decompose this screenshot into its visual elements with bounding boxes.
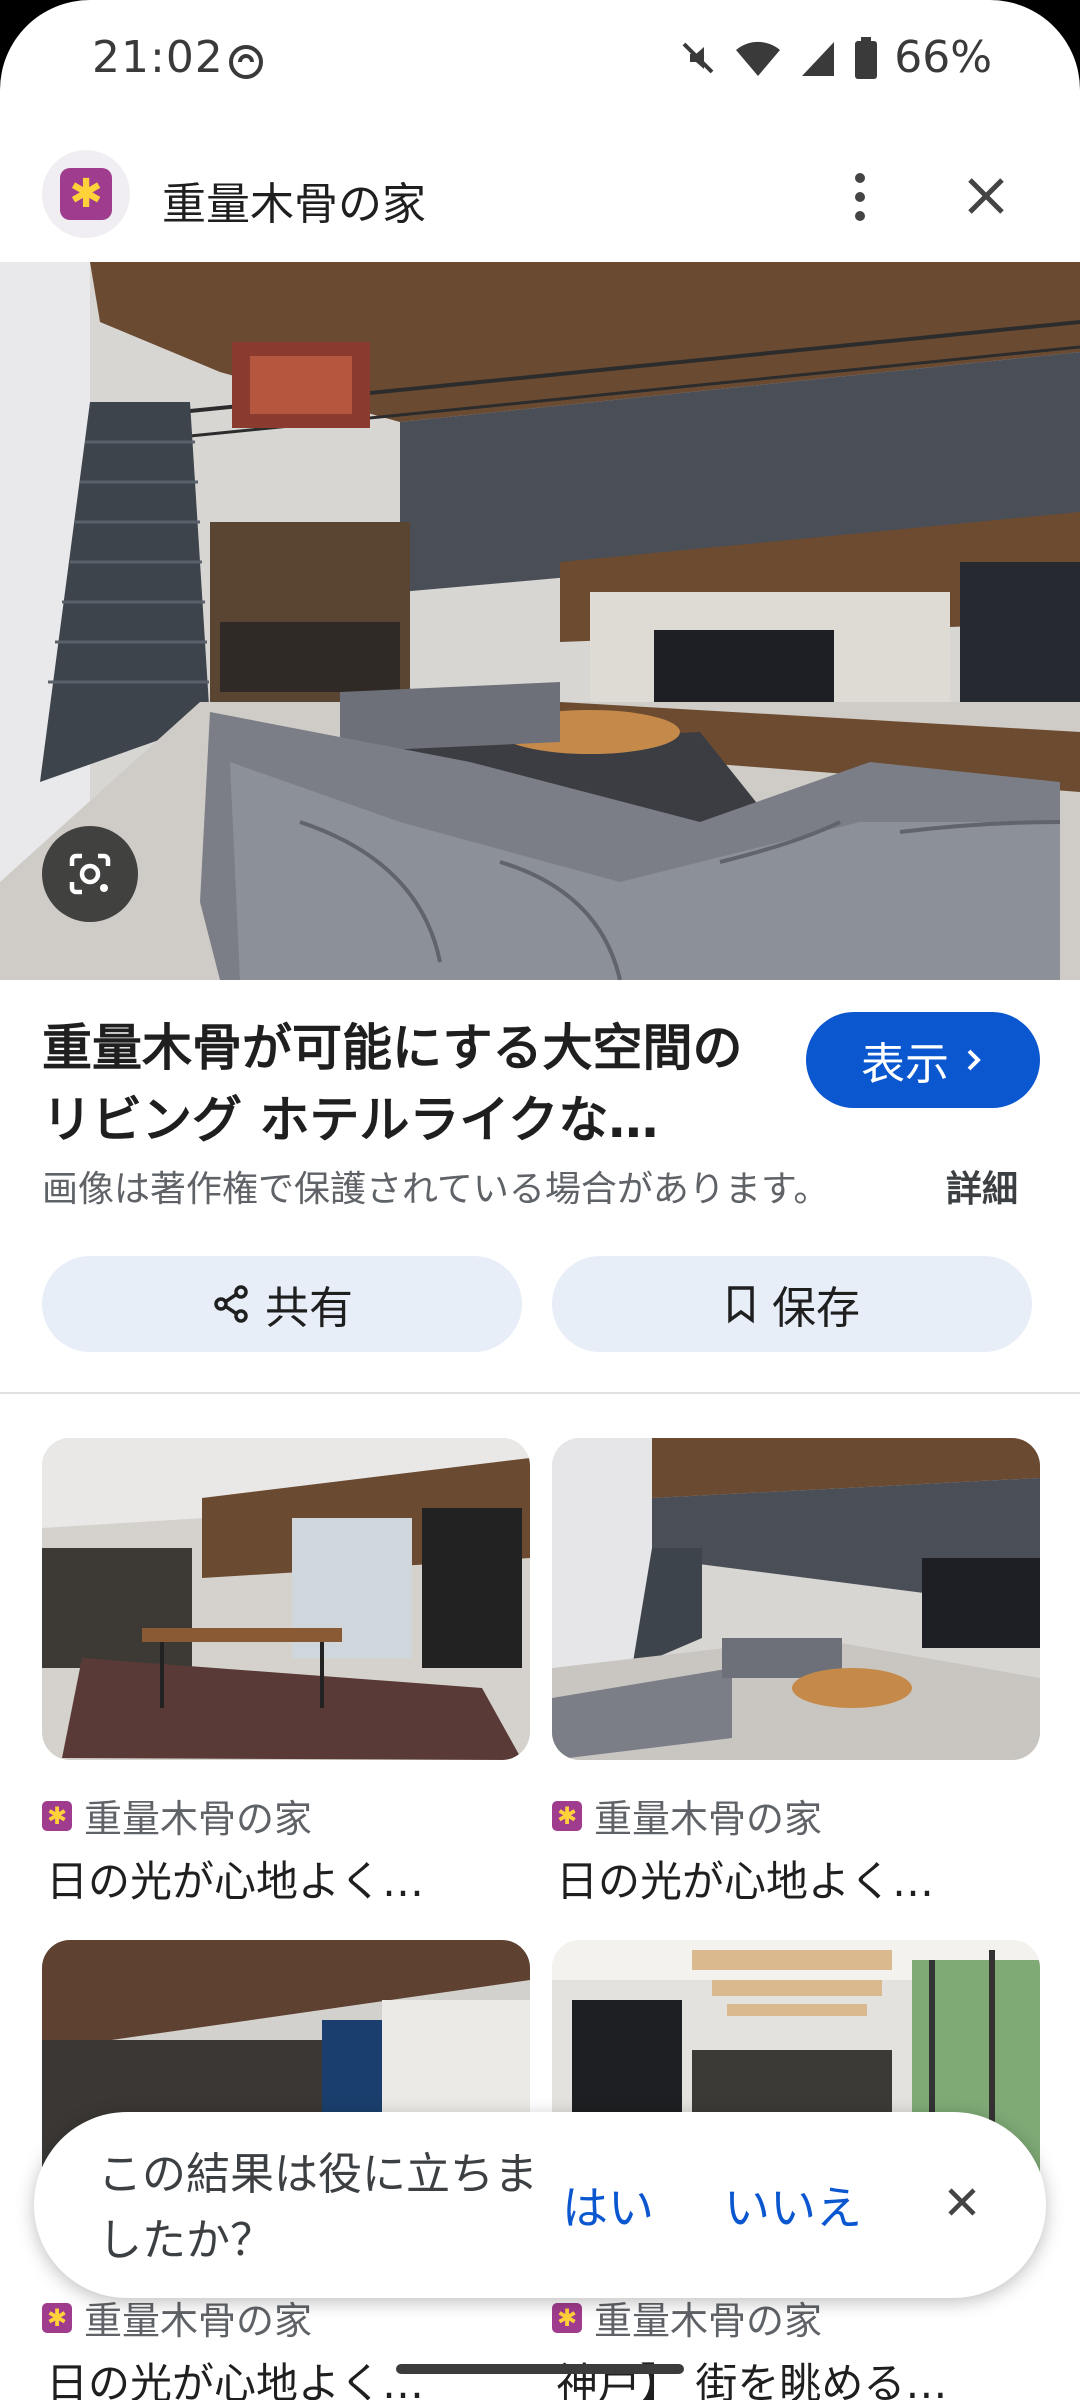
save-button[interactable]: 保存	[552, 1256, 1032, 1352]
status-icons: 66%	[678, 32, 992, 83]
feedback-no-button[interactable]: いいえ	[724, 2172, 862, 2238]
bookmark-icon	[728, 1286, 754, 1324]
source-name: 重量木骨の家	[84, 2299, 313, 2343]
result-title[interactable]: 重量木骨が可能にする大空間のリビング ホテルライクな…	[42, 1012, 782, 1156]
wifi-icon	[736, 41, 781, 76]
google-lens-button[interactable]	[42, 826, 138, 922]
source-name: 重量木骨の家	[594, 2299, 823, 2343]
related-image[interactable]	[552, 1438, 1040, 1760]
share-icon	[214, 1285, 248, 1323]
more-options-button[interactable]	[830, 162, 890, 232]
related-source: ✱ 重量木骨の家	[42, 2290, 312, 2345]
related-card[interactable]: ✱ 重量木骨の家 日の光が心地よく…	[552, 1438, 1040, 1906]
favicon-logo-icon: ✱	[60, 168, 112, 220]
close-icon[interactable]	[932, 2172, 992, 2232]
visit-button[interactable]: 表示	[806, 1012, 1040, 1108]
close-icon[interactable]	[950, 160, 1022, 232]
status-time: 21:02	[92, 32, 224, 83]
site-logo-icon: ✱	[42, 1800, 72, 1831]
details-link[interactable]: 詳細	[946, 1160, 1018, 1212]
save-label: 保存	[772, 1283, 860, 1334]
related-title: 日の光が心地よく…	[46, 1857, 425, 1906]
lens-icon	[69, 853, 111, 895]
site-logo-icon: ✱	[552, 2302, 582, 2333]
result-header: ✱ 重量木骨の家	[0, 140, 1080, 252]
chevron-right-icon	[967, 1049, 981, 1071]
related-title: 神戸】 街を眺める…	[556, 2359, 948, 2400]
related-source: ✱ 重量木骨の家	[552, 1788, 822, 1843]
related-title: 日の光が心地よく…	[46, 2359, 425, 2400]
source-name: 重量木骨の家	[84, 1797, 313, 1841]
related-title: 日の光が心地よく…	[556, 1857, 935, 1906]
feedback-bar: この結果は役に立ちましたか？ はい いいえ	[34, 2112, 1046, 2298]
result-image[interactable]	[0, 262, 1080, 980]
living-room-image	[0, 262, 1080, 980]
copyright-notice: 画像は著作権で保護されている場合があります。	[42, 1169, 830, 1210]
share-label: 共有	[265, 1283, 353, 1334]
feedback-question: この結果は役に立ちましたか？	[98, 2149, 538, 2266]
divider	[0, 1392, 1080, 1394]
related-source: ✱ 重量木骨の家	[42, 1788, 312, 1843]
signal-icon	[802, 41, 835, 76]
site-name[interactable]: 重量木骨の家	[162, 168, 426, 232]
screen: 21:02 66% ✱ 重量木骨の家 重量木骨が可能にする大空間のリビング ホテ…	[0, 0, 1080, 2400]
site-favicon[interactable]: ✱	[42, 150, 130, 238]
site-logo-icon: ✱	[552, 1800, 582, 1831]
share-button[interactable]: 共有	[42, 1256, 522, 1352]
battery-icon	[855, 36, 878, 79]
status-bar: 21:02 66%	[0, 0, 1080, 120]
gesture-nav-handle[interactable]	[396, 2364, 684, 2374]
feedback-yes-button[interactable]: はい	[562, 2172, 654, 2238]
related-card[interactable]: ✱ 重量木骨の家 日の光が心地よく…	[42, 1438, 530, 1906]
visit-label: 表示	[861, 1039, 949, 1090]
sync-icon	[229, 45, 263, 79]
battery-level: 66%	[894, 32, 992, 83]
site-logo-icon: ✱	[42, 2302, 72, 2333]
related-source: ✱ 重量木骨の家	[552, 2290, 822, 2345]
mute-icon	[682, 42, 714, 73]
related-image[interactable]	[42, 1438, 530, 1760]
source-name: 重量木骨の家	[594, 1797, 823, 1841]
